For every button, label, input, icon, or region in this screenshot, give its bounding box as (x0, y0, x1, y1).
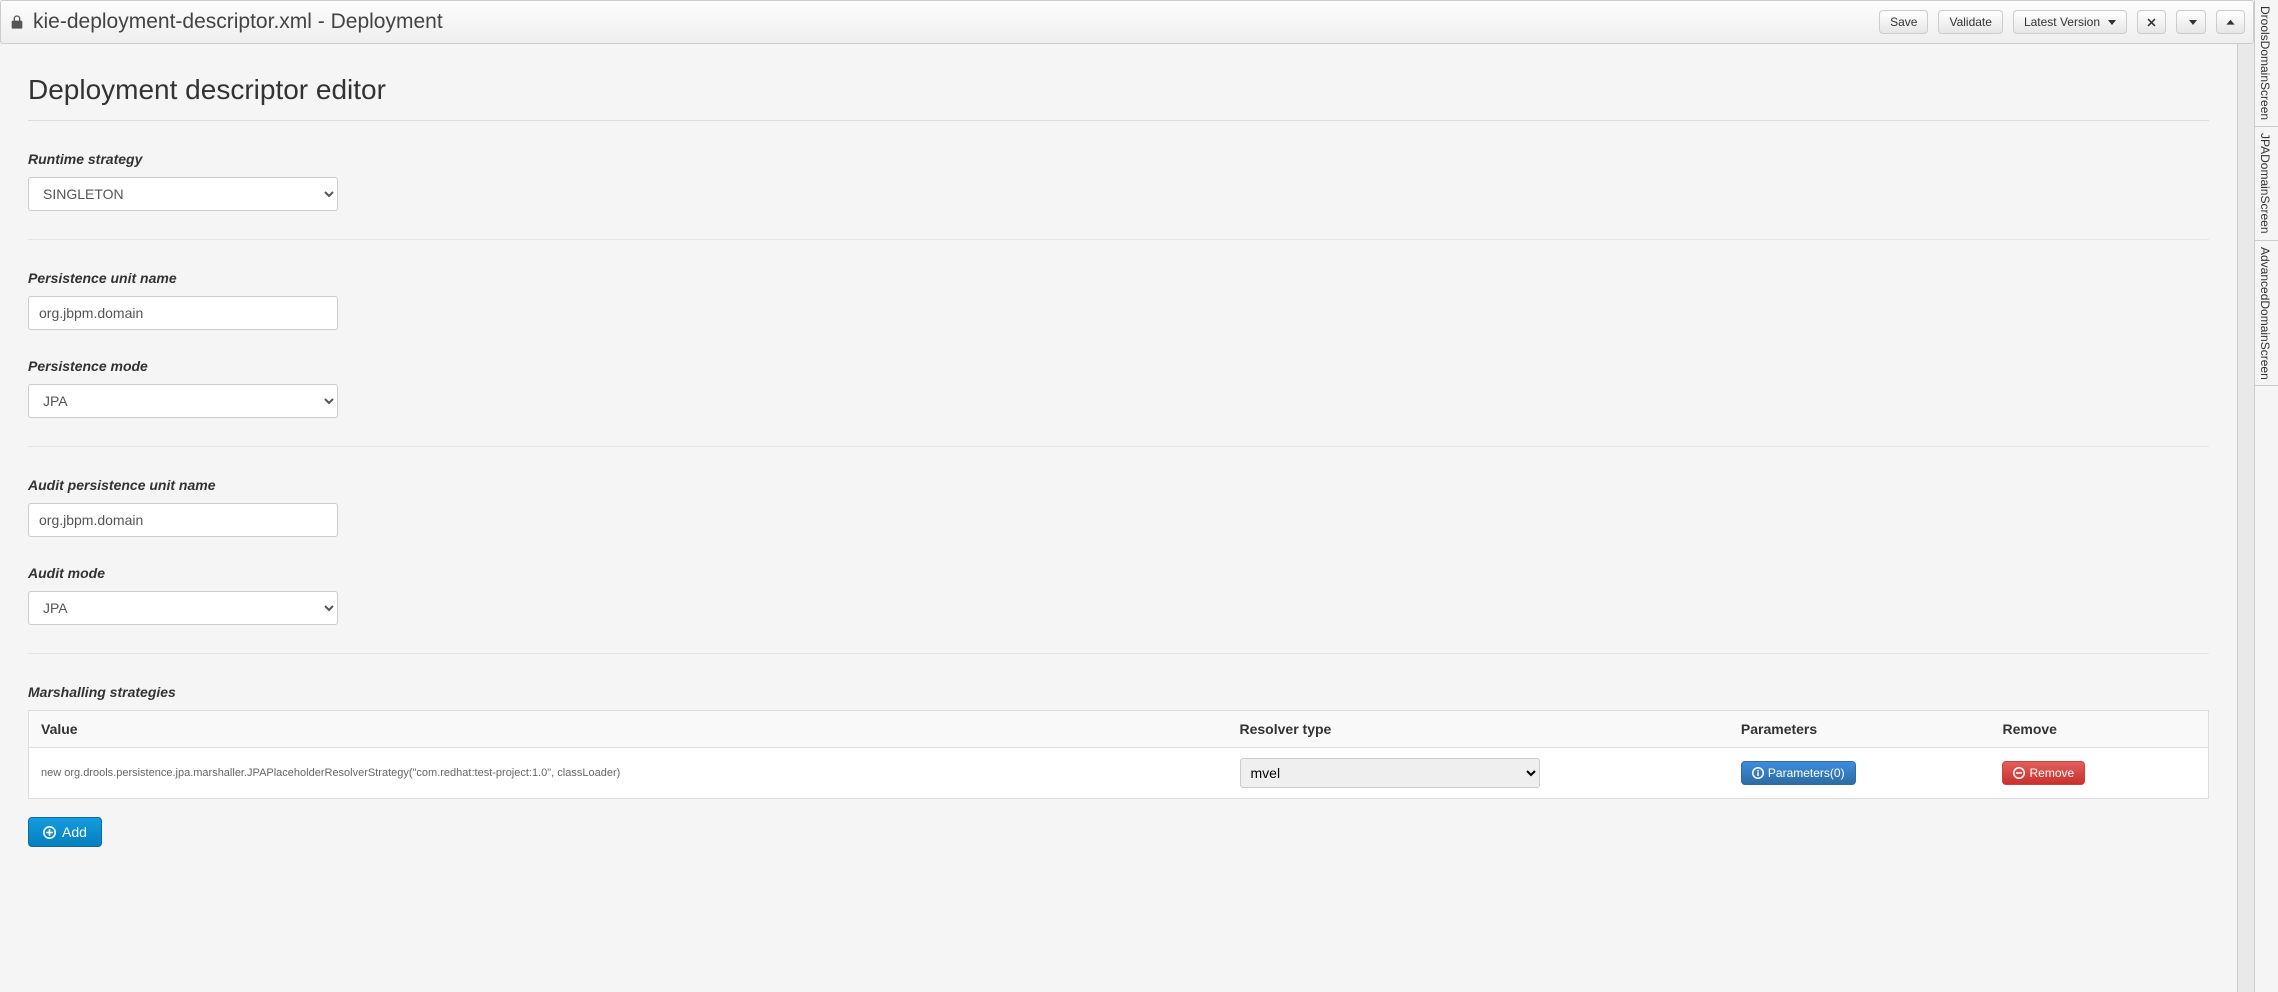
editor-tab-title: kie-deployment-descriptor.xml - Deployme… (33, 10, 443, 34)
save-button[interactable]: Save (1879, 10, 1928, 34)
audit-mode-select[interactable]: JPA (28, 591, 338, 625)
column-header-value: Value (29, 711, 1228, 748)
persistence-unit-name-input[interactable] (28, 296, 338, 330)
audit-mode-label: Audit mode (28, 565, 2209, 581)
divider (28, 120, 2209, 121)
table-row: new org.drools.persistence.jpa.marshalle… (29, 748, 2209, 799)
dock-tab-jpa[interactable]: JPADomainScreen (2255, 127, 2278, 241)
lock-icon (9, 14, 25, 30)
divider (28, 653, 2209, 654)
strategy-value-cell[interactable]: new org.drools.persistence.jpa.marshalle… (29, 748, 1228, 799)
more-dropdown-button[interactable] (2176, 10, 2206, 34)
add-button[interactable]: Add (28, 817, 102, 847)
page-title: Deployment descriptor editor (28, 74, 2209, 106)
resolver-type-select[interactable]: mvel (1240, 758, 1540, 788)
caret-down-icon (2108, 20, 2116, 25)
divider (28, 239, 2209, 240)
right-dock: DroolsDomainScreen JPADomainScreen Advan… (2254, 0, 2278, 992)
validate-button[interactable]: Validate (1938, 10, 2002, 34)
runtime-strategy-select[interactable]: SINGLETON (28, 177, 338, 211)
remove-button-label: Remove (2029, 767, 2074, 779)
divider (28, 446, 2209, 447)
persistence-unit-name-label: Persistence unit name (28, 270, 2209, 286)
audit-persistence-unit-name-input[interactable] (28, 503, 338, 537)
persistence-mode-label: Persistence mode (28, 358, 2209, 374)
chevron-up-icon (2225, 17, 2236, 28)
parameters-button-label: Parameters(0) (1768, 767, 1845, 779)
column-header-resolver: Resolver type (1228, 711, 1729, 748)
persistence-mode-select[interactable]: JPA (28, 384, 338, 418)
minus-circle-icon (2013, 767, 2025, 779)
marshalling-strategies-table: Value Resolver type Parameters Remove ne… (28, 710, 2209, 799)
close-button[interactable] (2137, 10, 2166, 34)
editor-tabbar: kie-deployment-descriptor.xml - Deployme… (0, 0, 2254, 44)
column-header-parameters: Parameters (1729, 711, 1991, 748)
column-header-remove: Remove (1990, 711, 2208, 748)
latest-version-label: Latest Version (2024, 16, 2100, 28)
vertical-scrollbar[interactable] (2237, 44, 2254, 992)
plus-circle-icon (43, 826, 56, 839)
audit-persistence-unit-name-label: Audit persistence unit name (28, 477, 2209, 493)
latest-version-dropdown[interactable]: Latest Version (2013, 10, 2127, 34)
close-icon (2146, 17, 2157, 28)
info-circle-icon (1752, 767, 1764, 779)
caret-down-icon (2189, 20, 2197, 25)
runtime-strategy-label: Runtime strategy (28, 151, 2209, 167)
add-button-label: Add (62, 824, 87, 840)
collapse-up-button[interactable] (2216, 10, 2245, 34)
remove-button[interactable]: Remove (2002, 761, 2085, 785)
parameters-button[interactable]: Parameters(0) (1741, 761, 1856, 785)
editor-content: Deployment descriptor editor Runtime str… (0, 44, 2254, 992)
dock-tab-drools[interactable]: DroolsDomainScreen (2255, 0, 2278, 127)
marshalling-strategies-label: Marshalling strategies (28, 684, 2209, 700)
dock-tab-advanced[interactable]: AdvancedDomainScreen (2255, 241, 2278, 387)
